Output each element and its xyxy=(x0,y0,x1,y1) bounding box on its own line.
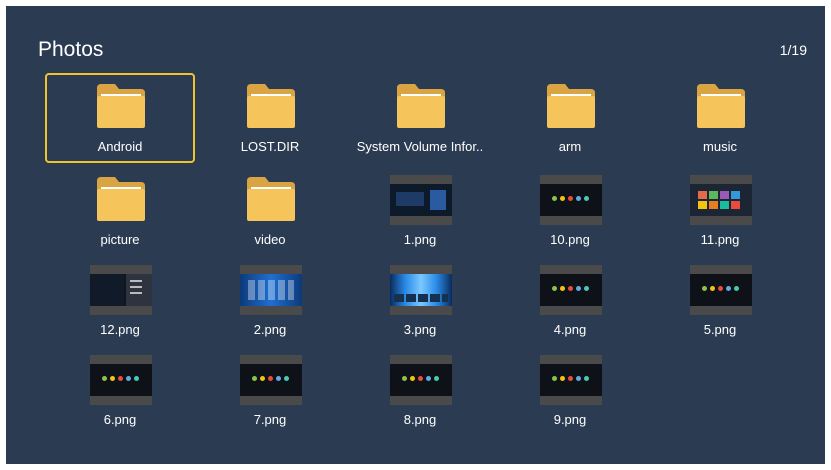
image-item[interactable]: 6.png xyxy=(45,346,195,436)
image-thumbnail xyxy=(90,265,152,315)
item-label: 3.png xyxy=(403,322,437,337)
image-thumbnail xyxy=(240,265,302,315)
folder-item[interactable]: video xyxy=(195,166,345,256)
image-item[interactable]: 7.png xyxy=(195,346,345,436)
item-label: LOST.DIR xyxy=(240,139,300,154)
image-thumbnail xyxy=(390,175,452,225)
image-item[interactable]: 2.png xyxy=(195,256,345,346)
image-item[interactable]: 10.png xyxy=(495,166,645,256)
folder-icon xyxy=(95,82,147,130)
item-label: 2.png xyxy=(253,322,287,337)
image-thumbnail xyxy=(390,265,452,315)
folder-icon xyxy=(95,175,147,223)
folder-item[interactable]: System Volume Infor.. xyxy=(345,73,495,163)
image-item[interactable]: 8.png xyxy=(345,346,495,436)
image-item[interactable]: 9.png xyxy=(495,346,645,436)
folder-item[interactable]: picture xyxy=(45,166,195,256)
item-label: arm xyxy=(558,139,582,154)
image-thumbnail xyxy=(90,355,152,405)
image-thumbnail xyxy=(240,355,302,405)
item-label: 12.png xyxy=(100,322,140,337)
folder-icon xyxy=(545,82,597,130)
item-label: System Volume Infor.. xyxy=(356,139,484,154)
image-thumbnail xyxy=(390,355,452,405)
image-thumbnail xyxy=(540,175,602,225)
item-label: 6.png xyxy=(103,412,137,427)
item-label: 9.png xyxy=(553,412,587,427)
folder-item[interactable]: LOST.DIR xyxy=(195,73,345,163)
folder-icon xyxy=(245,82,297,130)
image-thumbnail xyxy=(540,355,602,405)
folder-icon xyxy=(695,82,747,130)
item-label: music xyxy=(703,139,737,154)
item-label: 11.png xyxy=(700,232,740,247)
file-grid: Android LOST.DIR System Volume Infor.. a… xyxy=(6,6,825,464)
folder-icon xyxy=(395,82,447,130)
item-label: 1.png xyxy=(403,232,437,247)
folder-icon xyxy=(245,175,297,223)
image-thumbnail xyxy=(540,265,602,315)
item-label: picture xyxy=(100,232,140,247)
image-thumbnail xyxy=(690,175,752,225)
image-item[interactable]: 11.png xyxy=(645,166,795,256)
folder-item[interactable]: music xyxy=(645,73,795,163)
item-label: 10.png xyxy=(550,232,590,247)
image-thumbnail xyxy=(690,265,752,315)
image-item[interactable]: 12.png xyxy=(45,256,195,346)
image-item[interactable]: 3.png xyxy=(345,256,495,346)
folder-item[interactable]: Android xyxy=(45,73,195,163)
image-item[interactable]: 4.png xyxy=(495,256,645,346)
image-item[interactable]: 5.png xyxy=(645,256,795,346)
item-label: video xyxy=(254,232,286,247)
photos-screen: Photos 1/19 Android LOST.DIR System Volu… xyxy=(6,6,825,464)
item-label: 4.png xyxy=(553,322,587,337)
item-label: Android xyxy=(97,139,143,154)
image-item[interactable]: 1.png xyxy=(345,166,495,256)
item-label: 8.png xyxy=(403,412,437,427)
folder-item[interactable]: arm xyxy=(495,73,645,163)
item-label: 7.png xyxy=(253,412,287,427)
item-label: 5.png xyxy=(703,322,737,337)
